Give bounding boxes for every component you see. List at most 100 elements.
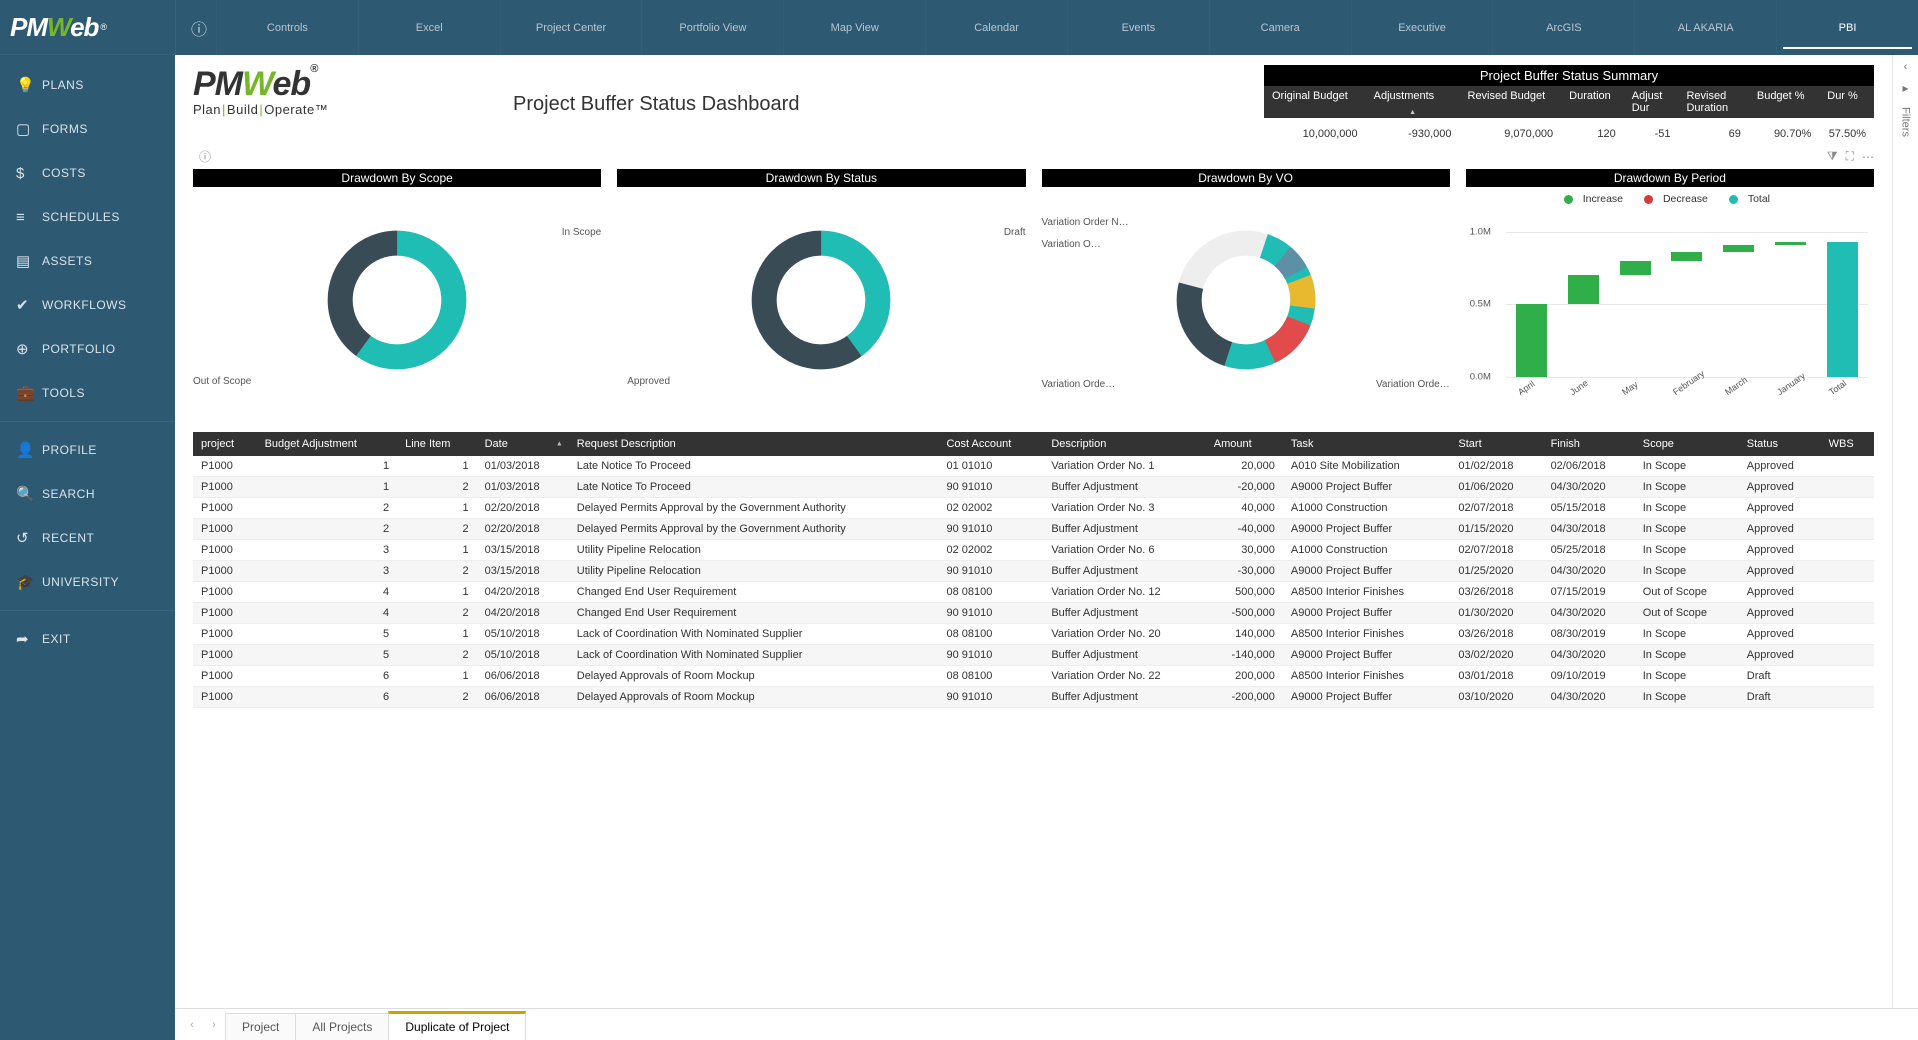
filter-icon[interactable]: ⧩	[1827, 149, 1838, 164]
col-project[interactable]: project	[193, 432, 257, 456]
col-amount[interactable]: Amount	[1206, 432, 1283, 456]
table-row[interactable]: P10006106/06/2018Delayed Approvals of Ro…	[193, 666, 1874, 687]
summary-col[interactable]: Adjustments	[1366, 86, 1460, 118]
waterfall-bar[interactable]	[1620, 261, 1651, 276]
waterfall-bar[interactable]	[1671, 252, 1702, 261]
col-wbs[interactable]: WBS	[1821, 432, 1874, 456]
top-tab-executive[interactable]: Executive	[1351, 0, 1493, 55]
table-row[interactable]: P10003203/15/2018Utility Pipeline Reloca…	[193, 561, 1874, 582]
focus-icon[interactable]: ⛶	[1846, 149, 1854, 164]
top-tab-map-view[interactable]: Map View	[783, 0, 925, 55]
legend: Increase Decrease Total	[1466, 187, 1874, 207]
top-tab-pbi[interactable]: PBI	[1776, 0, 1918, 55]
label-out-scope: Out of Scope	[193, 376, 251, 387]
top-tab-camera[interactable]: Camera	[1209, 0, 1351, 55]
waterfall-bar[interactable]	[1827, 242, 1858, 377]
search-icon: 🔍	[16, 485, 42, 503]
card-drawdown-scope[interactable]: Drawdown By Scope In Scope	[193, 169, 601, 412]
top-tab-project-center[interactable]: Project Center	[500, 0, 642, 55]
table-row[interactable]: P10006206/06/2018Delayed Approvals of Ro…	[193, 687, 1874, 708]
summary-col[interactable]: Adjust Dur	[1624, 86, 1679, 118]
sidebar-item-schedules[interactable]: ≡SCHEDULES	[0, 195, 175, 239]
sidebar: PMWeb® 💡PLANS▢FORMS$COSTS≡SCHEDULES▤ASSE…	[0, 0, 175, 1040]
top-tab-al-akaria[interactable]: AL AKARIA	[1634, 0, 1776, 55]
filter-icon[interactable]: ▸	[1902, 81, 1908, 95]
table-row[interactable]: P10005205/10/2018Lack of Coordination Wi…	[193, 645, 1874, 666]
sheet-tab-all-projects[interactable]: All Projects	[295, 1013, 389, 1040]
col-task[interactable]: Task	[1283, 432, 1451, 456]
sheet-tab-project[interactable]: Project	[225, 1013, 296, 1040]
col-scope[interactable]: Scope	[1635, 432, 1739, 456]
info-icon[interactable]: ⓘ	[182, 16, 216, 40]
col-finish[interactable]: Finish	[1543, 432, 1635, 456]
sidebar-item-portfolio[interactable]: ⊕PORTFOLIO	[0, 327, 175, 371]
top-tab-excel[interactable]: Excel	[358, 0, 500, 55]
top-tab-portfolio-view[interactable]: Portfolio View	[641, 0, 783, 55]
card-drawdown-period[interactable]: Drawdown By Period Increase Decrease Tot…	[1466, 169, 1874, 412]
app-logo[interactable]: PMWeb®	[0, 0, 175, 55]
table-row[interactable]: P10004104/20/2018Changed End User Requir…	[193, 582, 1874, 603]
table-row[interactable]: P10002202/20/2018Delayed Permits Approva…	[193, 519, 1874, 540]
sidebar-item-assets[interactable]: ▤ASSETS	[0, 239, 175, 283]
label-draft: Draft	[1004, 227, 1026, 238]
summary-col[interactable]: Original Budget	[1264, 86, 1366, 118]
forms-icon: ▢	[16, 120, 42, 138]
summary-title: Project Buffer Status Summary	[1264, 65, 1874, 86]
col-cost-account[interactable]: Cost Account	[938, 432, 1043, 456]
summary-col[interactable]: Budget %	[1749, 86, 1819, 118]
waterfall-bar[interactable]	[1568, 275, 1599, 304]
filters-rail[interactable]: ‹ ▸ Filters	[1892, 55, 1918, 1008]
table-row[interactable]: P10005105/10/2018Lack of Coordination Wi…	[193, 624, 1874, 645]
label-approved: Approved	[627, 376, 670, 387]
table-row[interactable]: P10001201/03/2018Late Notice To Proceed9…	[193, 477, 1874, 498]
col-request-description[interactable]: Request Description	[569, 432, 939, 456]
tab-next-icon[interactable]: ›	[203, 1009, 225, 1040]
waterfall-bar[interactable]	[1775, 242, 1806, 245]
summary-col[interactable]: Revised Budget	[1460, 86, 1562, 118]
sidebar-item-profile[interactable]: 👤PROFILE	[0, 428, 175, 472]
sidebar-item-tools[interactable]: 💼TOOLS	[0, 371, 175, 415]
col-budget-adjustment[interactable]: Budget Adjustment	[257, 432, 398, 456]
sidebar-item-exit[interactable]: ➦EXIT	[0, 617, 175, 661]
sidebar-item-university[interactable]: 🎓UNIVERSITY	[0, 560, 175, 604]
summary-col[interactable]: Dur %	[1819, 86, 1874, 118]
table-row[interactable]: P10004204/20/2018Changed End User Requir…	[193, 603, 1874, 624]
sidebar-item-workflows[interactable]: ✔WORKFLOWS	[0, 283, 175, 327]
info-icon[interactable]: ⓘ	[199, 148, 211, 165]
col-status[interactable]: Status	[1739, 432, 1821, 456]
table-row[interactable]: P10003103/15/2018Utility Pipeline Reloca…	[193, 540, 1874, 561]
waterfall-bar[interactable]	[1516, 304, 1547, 377]
col-description[interactable]: Description	[1043, 432, 1205, 456]
sidebar-item-costs[interactable]: $COSTS	[0, 151, 175, 195]
top-tab-calendar[interactable]: Calendar	[925, 0, 1067, 55]
tab-prev-icon[interactable]: ‹	[181, 1009, 203, 1040]
table-row[interactable]: P10002102/20/2018Delayed Permits Approva…	[193, 498, 1874, 519]
table-row[interactable]: P10001101/03/2018Late Notice To Proceed0…	[193, 456, 1874, 477]
label-in-scope: In Scope	[562, 227, 601, 238]
card-drawdown-vo[interactable]: Drawdown By VO	[1042, 169, 1450, 412]
more-icon[interactable]: ⋯	[1862, 150, 1874, 164]
summary-col[interactable]: Revised Duration	[1678, 86, 1748, 118]
summary-col[interactable]: Duration	[1561, 86, 1624, 118]
collapse-icon[interactable]: ‹	[1904, 61, 1908, 73]
card-drawdown-status[interactable]: Drawdown By Status Draft	[617, 169, 1025, 412]
col-start[interactable]: Start	[1450, 432, 1542, 456]
university-icon: 🎓	[16, 573, 42, 591]
data-table[interactable]: projectBudget AdjustmentLine ItemDateReq…	[193, 432, 1874, 708]
topbar: ⓘ ControlsExcelProject CenterPortfolio V…	[175, 0, 1918, 55]
dashboard-content: PMWeb® Plan|Build|Operate™ Project Buffe…	[175, 55, 1892, 1008]
portfolio-icon: ⊕	[16, 340, 42, 358]
sidebar-item-forms[interactable]: ▢FORMS	[0, 107, 175, 151]
sidebar-item-plans[interactable]: 💡PLANS	[0, 63, 175, 107]
top-tab-arcgis[interactable]: ArcGIS	[1492, 0, 1634, 55]
waterfall-bar[interactable]	[1723, 245, 1754, 252]
top-tab-controls[interactable]: Controls	[216, 0, 358, 55]
dashboard-title: Project Buffer Status Dashboard	[513, 93, 799, 116]
filters-label: Filters	[1900, 107, 1912, 137]
sidebar-item-search[interactable]: 🔍SEARCH	[0, 472, 175, 516]
top-tab-events[interactable]: Events	[1067, 0, 1209, 55]
sheet-tab-duplicate-of-project[interactable]: Duplicate of Project	[388, 1011, 526, 1040]
col-line-item[interactable]: Line Item	[397, 432, 476, 456]
sidebar-item-recent[interactable]: ↺RECENT	[0, 516, 175, 560]
col-date[interactable]: Date	[477, 432, 569, 456]
